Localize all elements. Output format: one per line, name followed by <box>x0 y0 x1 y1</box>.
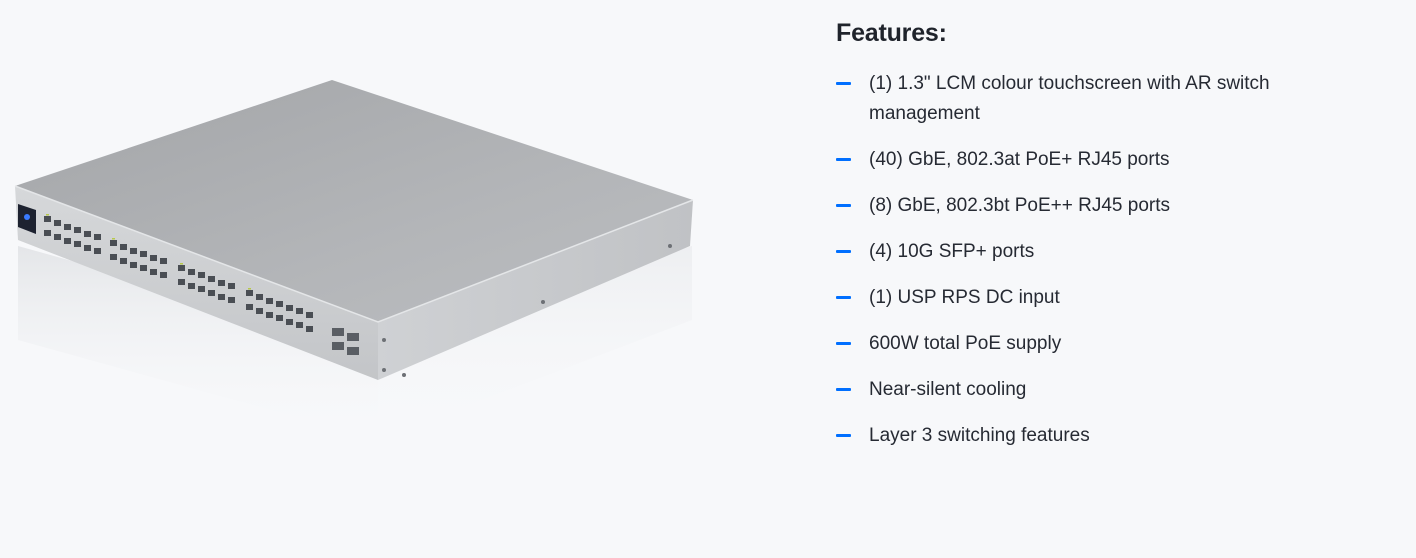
feature-label: (8) GbE, 802.3bt PoE++ RJ45 ports <box>869 195 1171 216</box>
feature-list: (1) 1.3" LCM colour touchscreen with AR … <box>836 69 1396 451</box>
dash-bullet-icon <box>836 296 851 299</box>
feature-label: (40) GbE, 802.3at PoE+ RJ45 ports <box>869 149 1170 170</box>
feature-item: (40) GbE, 802.3at PoE+ RJ45 ports <box>836 145 1396 175</box>
product-features-section: Features: (1) 1.3" LCM colour touchscree… <box>0 0 1416 558</box>
dash-bullet-icon <box>836 204 851 207</box>
feature-item: Near-silent cooling <box>836 375 1396 405</box>
feature-label: Near-silent cooling <box>869 379 1027 400</box>
feature-item: 600W total PoE supply <box>836 329 1396 359</box>
network-switch-image <box>0 40 720 460</box>
dash-bullet-icon <box>836 388 851 391</box>
feature-label: (4) 10G SFP+ ports <box>869 241 1035 262</box>
dash-bullet-icon <box>836 158 851 161</box>
feature-label: (1) USP RPS DC input <box>869 287 1060 308</box>
features-title: Features: <box>836 19 947 47</box>
feature-item: (4) 10G SFP+ ports <box>836 237 1396 267</box>
dash-bullet-icon <box>836 250 851 253</box>
feature-label: Layer 3 switching features <box>869 425 1090 446</box>
dash-bullet-icon <box>836 434 851 437</box>
dash-bullet-icon <box>836 82 851 85</box>
feature-label: 600W total PoE supply <box>869 333 1062 354</box>
dash-bullet-icon <box>836 342 851 345</box>
features-panel: Features: (1) 1.3" LCM colour touchscree… <box>836 16 1396 467</box>
feature-label: (1) 1.3" LCM colour touchscreen with AR … <box>869 73 1270 124</box>
feature-item: Layer 3 switching features <box>836 421 1396 451</box>
feature-item: (1) 1.3" LCM colour touchscreen with AR … <box>836 69 1306 129</box>
feature-item: (1) USP RPS DC input <box>836 283 1396 313</box>
feature-item: (8) GbE, 802.3bt PoE++ RJ45 ports <box>836 191 1396 221</box>
